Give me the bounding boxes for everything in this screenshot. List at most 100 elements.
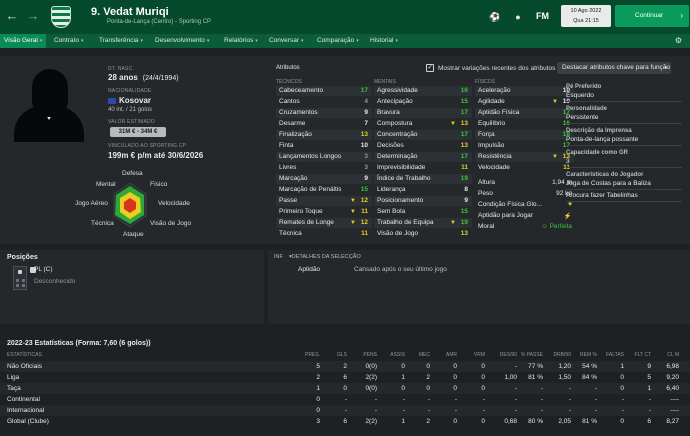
attribute-value: 15 — [460, 208, 468, 215]
stats-cell: 1,50 — [558, 374, 571, 381]
attribute-name: Equilíbrio — [478, 120, 506, 127]
attribute-row[interactable]: Marcação 9 — [276, 174, 372, 184]
attribute-row[interactable]: Passe ▼ 12 — [276, 196, 372, 206]
stats-cell: - — [540, 407, 543, 414]
attribute-row[interactable]: Impulsão 17 — [475, 141, 574, 151]
show-changes-label: Mostrar variações recentes dos atributos — [438, 65, 556, 72]
attribute-row[interactable]: Cantos 4 — [276, 97, 372, 107]
stats-cell: 9 — [647, 363, 651, 370]
stats-row[interactable]: Continental 0- - - - - - - - - - - - ---- — [0, 394, 690, 405]
stats-cell: - — [374, 407, 377, 414]
attribute-name: Compostura — [377, 120, 413, 127]
attribute-row[interactable]: Sem Bola 15 — [374, 207, 472, 217]
attribute-row[interactable]: Bravura 17 — [374, 108, 472, 118]
player-subtitle: Ponta-de-Lança (Centro) - Sporting CP — [107, 19, 212, 25]
attribute-row[interactable]: Compostura ▼ 13 — [374, 119, 472, 129]
menu-item[interactable]: Contrato ▾ — [54, 34, 83, 48]
show-changes-checkbox[interactable]: ✓ — [426, 64, 434, 72]
attribute-name: Índice de Trabalho — [377, 175, 431, 182]
attribute-row[interactable]: Antecipação 15 — [374, 97, 472, 107]
date-box[interactable]: 10 Ago 2022 Qua 21:15 — [561, 5, 611, 27]
attribute-row[interactable]: Cruzamentos 9 — [276, 108, 372, 118]
positions-title: Posições — [7, 254, 38, 261]
stats-cell: 1 — [620, 363, 624, 370]
stats-label: ESTATÍSTICAS — [7, 352, 42, 358]
position-dot-faint — [22, 284, 25, 287]
attribute-value: 12 — [360, 197, 368, 204]
attribute-row[interactable]: Lançamentos Longos 3 — [276, 152, 372, 162]
menu-item[interactable]: Conversar ▾ — [269, 34, 304, 48]
fm-logo[interactable]: FM — [536, 11, 549, 21]
stats-title: 2022-23 Estatísticas (Forma: 7,60 (6 gol… — [7, 340, 151, 347]
attribute-row[interactable]: Resistência ▼ 13 — [475, 152, 574, 162]
stats-row[interactable]: Global (Clube) 3 6 2(2) 1 2 0 0 0,68 80 % 2,05 81 %… — [0, 416, 690, 427]
attribute-row[interactable]: Velocidade 11 — [475, 163, 574, 173]
nationality-value[interactable]: Kosovar — [108, 96, 151, 105]
attribute-row[interactable]: Índice de Trabalho 19 — [374, 174, 472, 184]
highlight-dropdown[interactable]: Destacar atributos chave para função ▾ — [557, 62, 671, 74]
ball-icon[interactable]: ⚽ — [489, 11, 501, 23]
stats-cell: 0 — [401, 385, 405, 392]
attribute-row[interactable]: Remates de Longe ▼ 12 — [276, 218, 372, 228]
stats-cell: 1 — [316, 385, 320, 392]
stats-cell: 2(2) — [365, 418, 377, 425]
value-pill: 31M € - 34M € — [110, 127, 166, 137]
stats-cell: - — [344, 396, 347, 403]
stats-cell: - — [540, 385, 543, 392]
attribute-row[interactable]: Força 18 — [475, 130, 574, 140]
attribute-value: 17 — [460, 109, 468, 116]
settings-gear-icon[interactable]: ⚙ — [675, 36, 682, 45]
menu-item[interactable]: Relatórios ▾ — [224, 34, 258, 48]
attribute-row[interactable]: Decisões 13 — [374, 141, 472, 151]
attribute-row[interactable]: Livres 3 — [276, 163, 372, 173]
attribute-row[interactable]: Finalização 13 — [276, 130, 372, 140]
stats-cell: 81 % — [528, 374, 543, 381]
attribute-row[interactable]: Imprevisibilidade 11 — [374, 163, 472, 173]
attribute-row[interactable]: Agilidade ▼ 10 — [475, 97, 574, 107]
attribute-row[interactable]: Visão de Jogo 13 — [374, 229, 472, 239]
menu-item[interactable]: Historial ▾ — [370, 34, 398, 48]
attribute-row[interactable]: Agressividade 16 — [374, 86, 472, 96]
kosovo-flag-icon — [108, 97, 116, 104]
stats-cell: 0 — [481, 363, 485, 370]
stats-cell: - — [514, 396, 517, 403]
continue-button[interactable]: Continuar › — [615, 5, 689, 27]
stats-row[interactable]: Não Oficiais 5 2 0(0) 0 0 0 0 - 77 % 1,20 54 % 1 9 6,9… — [0, 361, 690, 372]
attribute-row[interactable]: Liderança 8 — [374, 185, 472, 195]
attribute-row[interactable]: Concentração 17 — [374, 130, 472, 140]
stats-cell: 0 — [453, 374, 457, 381]
stats-row[interactable]: Taça 1 0 0(0) 0 0 0 0 - - - - 0 1 6,40 — [0, 383, 690, 394]
tab-inf[interactable]: INF — [274, 254, 283, 260]
stats-row[interactable]: Internacional 0- - - - - - - - - - - - ---- — [0, 405, 690, 416]
other-positions: Desconhecido — [34, 278, 76, 285]
radar-label-attack: Ataque — [123, 231, 144, 238]
attribute-row[interactable]: Técnica 11 — [276, 229, 372, 239]
attribute-row[interactable]: Finta 10 — [276, 141, 372, 151]
forward-arrow-icon[interactable]: → — [26, 9, 40, 23]
user-icon[interactable]: ● — [512, 11, 524, 23]
stats-cell: 6,40 — [666, 385, 679, 392]
attribute-row[interactable]: Desarme 7 — [276, 119, 372, 129]
back-arrow-icon[interactable]: ← — [5, 9, 19, 23]
attribute-row[interactable]: Cabeceamento 17 — [276, 86, 372, 96]
menu-item[interactable]: Transferência ▾ — [99, 34, 143, 48]
attribute-name: Bravura — [377, 109, 400, 116]
attribute-row[interactable]: Marcação de Penáltis 15 — [276, 185, 372, 195]
attribute-row[interactable]: Determinação 17 — [374, 152, 472, 162]
stats-cell: ---- — [670, 396, 679, 403]
attribute-row[interactable]: Aceleração 10 — [475, 86, 574, 96]
menu-item[interactable]: Visão Geral ▾ — [0, 34, 47, 48]
attribute-row[interactable]: Primeiro Toque ▼ 11 — [276, 207, 372, 217]
menu-item[interactable]: Desenvolvimento ▾ — [155, 34, 209, 48]
attribute-row[interactable]: Posicionamento 9 — [374, 196, 472, 206]
attribute-row[interactable]: Trabalho de Equipa ▼ 19 — [374, 218, 472, 228]
stats-row[interactable]: Liga 2 6 2(2) 1 2 0 0 1,00 81 % 1,50 84 % 0 5 9,20 — [0, 372, 690, 383]
stats-cell: - — [514, 385, 517, 392]
attribute-row[interactable]: Aptidão Física 17 — [475, 108, 574, 118]
tab-selection-details[interactable]: ▾DETALHES DA SELECÇÃO — [289, 254, 361, 260]
attribute-row[interactable]: Equilíbrio 16 — [475, 119, 574, 129]
attribute-value: 8 — [464, 186, 468, 193]
menu-item[interactable]: Comparação ▾ — [317, 34, 359, 48]
stats-cell: GLS — [336, 352, 347, 358]
stats-cell: 0 — [481, 385, 485, 392]
